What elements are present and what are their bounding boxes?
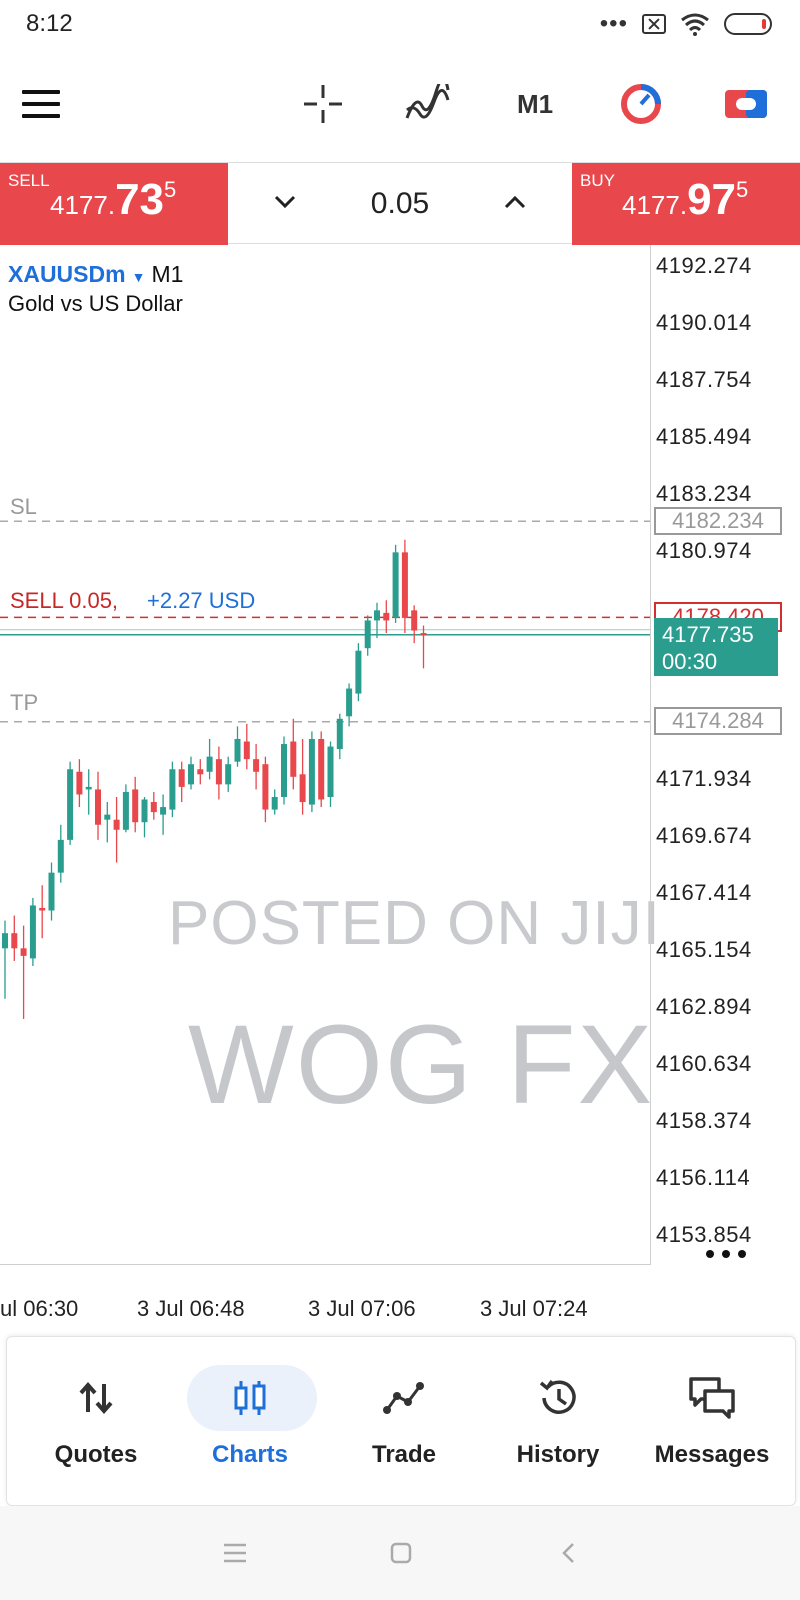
candle-body [420,633,427,636]
candle-body [411,610,418,631]
candle-body [85,786,92,790]
trade-line-icon [377,1371,431,1425]
price-axis-label: 4190.014 [656,310,752,335]
candle-body [150,802,157,813]
candle-body [318,738,325,800]
position-label[interactable]: SELL 0.05, [10,588,118,614]
price-axis-label: 4185.494 [656,424,752,449]
candle-body [2,933,8,949]
candle-body [225,764,232,785]
candle-body [336,718,343,750]
sl-line-label: SL [10,494,37,519]
nav-history-label: History [516,1441,600,1468]
candle-body [262,764,269,810]
nav-messages[interactable]: Messages [635,1337,789,1507]
back-icon[interactable] [552,1536,586,1570]
price-axis-label: 4187.754 [656,367,752,392]
candle-body [383,612,390,621]
candle-body [122,791,129,830]
nav-charts-label: Charts [211,1441,289,1468]
price-axis-label: 4192.274 [656,253,752,278]
candle-body [299,774,306,803]
candle-body [243,741,250,760]
more-options-icon[interactable] [706,1250,746,1258]
sl-price-tag: 4182.234 [654,507,782,535]
candle-body [253,759,260,772]
candle-body [76,771,83,795]
price-axis-label: 4167.414 [656,880,752,905]
candle-body [39,907,46,911]
price-axis-label: 4169.674 [656,823,752,848]
candle-body [215,759,222,785]
candle-body [132,789,139,823]
candle-body [392,552,399,618]
candle-body [355,650,362,694]
candle-body [20,948,27,956]
price-axis-label: 4183.234 [656,481,752,506]
candle-body [308,738,315,805]
candle-body [141,799,148,823]
candle-body [374,610,380,621]
nav-trade[interactable]: Trade [327,1337,481,1507]
nav-messages-label: Messages [654,1441,770,1468]
nav-quotes[interactable]: Quotes [19,1337,173,1507]
candle-body [113,819,120,830]
candle-body [169,769,176,810]
price-axis-divider [650,245,651,1265]
price-axis-label: 4158.374 [656,1108,752,1133]
candle-body [206,756,213,772]
nav-history[interactable]: History [481,1337,635,1507]
candle-body [67,769,74,840]
price-axis-label: 4165.154 [656,937,752,962]
time-axis-line [0,1264,651,1265]
home-icon[interactable] [384,1536,418,1570]
price-axis-label: 4153.854 [656,1222,752,1247]
candle-body [197,769,204,775]
candle-body [346,688,353,717]
candle-body [11,933,18,949]
price-axis-label: 4162.894 [656,994,752,1019]
nav-trade-label: Trade [371,1441,437,1468]
candle-body [57,839,64,873]
recent-apps-icon[interactable] [218,1536,252,1570]
nav-quotes-label: Quotes [54,1441,138,1468]
tp-price-tag: 4174.284 [654,707,782,735]
current-price: 4177.735 [662,622,754,647]
price-axis-label: 4171.934 [656,766,752,791]
candle-body [95,789,101,825]
candle-body [188,764,194,785]
candle-body [327,746,334,797]
candle-body [178,769,185,787]
candle-body [401,552,408,618]
candle-body [281,744,287,797]
price-axis-label: 4180.974 [656,538,752,563]
arrows-up-down-icon [69,1371,123,1425]
nav-charts[interactable]: Charts [173,1337,327,1507]
price-axis-label: 4160.634 [656,1051,752,1076]
time-axis-label: 3 Jul 07:06 [308,1296,416,1321]
price-axis-label: 4156.114 [656,1165,751,1190]
messages-icon [685,1371,739,1425]
history-icon [531,1371,585,1425]
tp-line-label: TP [10,690,39,715]
bottom-navigation: Quotes Charts Trade History Messages [6,1336,796,1506]
candles-icon [223,1371,277,1425]
candle-body [29,905,36,959]
candle-body [104,814,111,820]
position-profit: +2.27 USD [147,588,256,613]
candle-body [290,741,297,777]
time-axis-label: 3 Jul 07:24 [480,1296,588,1321]
system-navigation [0,1506,800,1600]
candle-body [160,807,167,815]
time-axis-label: 3 Jul 06:48 [137,1296,245,1321]
current-price-tag: 4177.735 00:30 [654,618,778,676]
candle-body [234,738,241,762]
time-axis-label: ul 06:30 [0,1296,79,1321]
candle-body [48,872,55,911]
candle-body [271,796,278,810]
candle-body [364,620,371,649]
bar-countdown: 00:30 [662,649,718,674]
